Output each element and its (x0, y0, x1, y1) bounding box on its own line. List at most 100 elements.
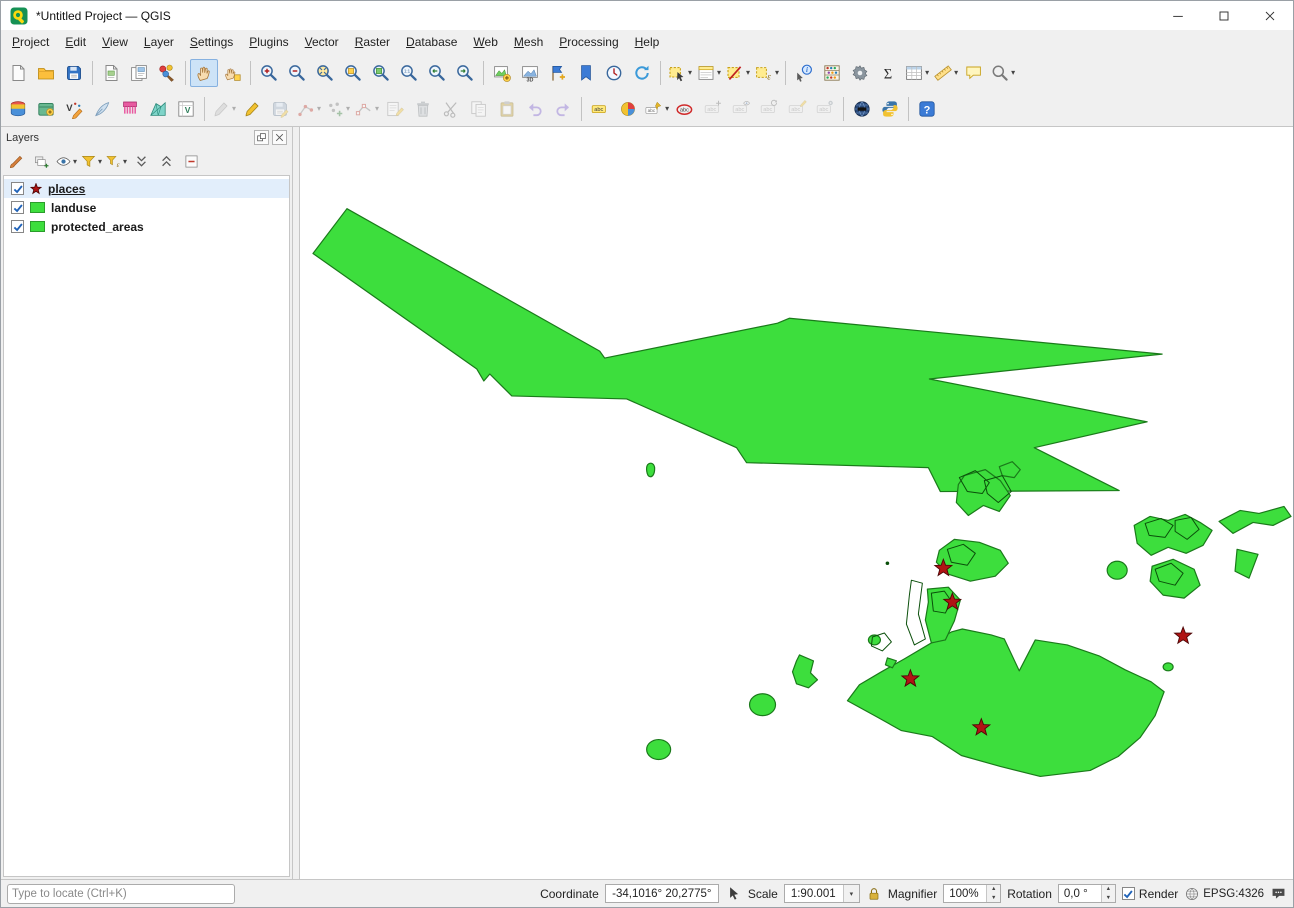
spin-up-icon[interactable]: ▲ (987, 885, 1000, 894)
new-shapefile-layer-button[interactable]: V (60, 95, 88, 123)
dropdown-arrow-icon[interactable]: ▾ (346, 104, 350, 113)
menu-view[interactable]: View (94, 32, 136, 52)
collapse-all-button[interactable] (154, 150, 178, 174)
attribute-table-button[interactable]: ▾ (902, 59, 931, 87)
dropdown-arrow-icon[interactable]: ▾ (925, 68, 929, 77)
dropdown-arrow-icon[interactable]: ▾ (73, 157, 77, 166)
locator-box[interactable] (7, 884, 235, 904)
dropdown-arrow-icon[interactable]: ▾ (375, 104, 379, 113)
new-virtual-layer-button[interactable]: V (172, 95, 200, 123)
new-mesh-layer-button[interactable] (144, 95, 172, 123)
dropdown-arrow-icon[interactable]: ▾ (1011, 68, 1015, 77)
locator-input[interactable] (12, 888, 230, 900)
magnifier-spinbox[interactable]: 100% ▲▼ (943, 884, 1001, 903)
measure-button[interactable]: ▾ (931, 59, 960, 87)
new-print-layout-button[interactable] (97, 59, 125, 87)
dropdown-arrow-icon[interactable]: ▾ (746, 68, 750, 77)
rotation-spinbox[interactable]: 0,0 ° ▲▼ (1058, 884, 1116, 903)
dropdown-arrow-icon[interactable]: ▾ (317, 104, 321, 113)
menu-database[interactable]: Database (398, 32, 465, 52)
dropdown-arrow-icon[interactable]: ▾ (665, 104, 669, 113)
pan-map-to-selection-button[interactable] (218, 59, 246, 87)
new-map-view-button[interactable] (488, 59, 516, 87)
save-project-button[interactable] (60, 59, 88, 87)
dropdown-arrow-icon[interactable]: ▾ (717, 68, 721, 77)
open-data-source-manager-button[interactable] (4, 95, 32, 123)
new-project-button[interactable] (4, 59, 32, 87)
metasearch-button[interactable] (848, 95, 876, 123)
menu-help[interactable]: Help (627, 32, 668, 52)
select-features-button[interactable]: ▾ (665, 59, 694, 87)
scale-dropdown-button[interactable]: ▾ (843, 885, 859, 902)
log-messages-icon[interactable] (1270, 885, 1287, 902)
minimize-button[interactable] (1155, 1, 1201, 30)
maximize-button[interactable] (1201, 1, 1247, 30)
menu-settings[interactable]: Settings (182, 32, 241, 52)
identify-features-button[interactable]: i (790, 59, 818, 87)
menu-plugins[interactable]: Plugins (241, 32, 296, 52)
remove-layer-group-button[interactable] (179, 150, 203, 174)
mouse-position-icon[interactable] (725, 885, 742, 902)
python-console-button[interactable] (876, 95, 904, 123)
select-features-by-value-button[interactable]: ▾ (694, 59, 723, 87)
close-button[interactable] (1247, 1, 1293, 30)
show-spatial-bookmarks-button[interactable] (572, 59, 600, 87)
render-checkbox[interactable] (1122, 887, 1135, 900)
menu-vector[interactable]: Vector (297, 32, 347, 52)
expand-all-button[interactable] (129, 150, 153, 174)
refresh-button[interactable] (628, 59, 656, 87)
layer-item-landuse[interactable]: landuse (4, 198, 289, 217)
rotation-spin-arrows[interactable]: ▲▼ (1101, 885, 1115, 902)
temporal-controller-button[interactable] (600, 59, 628, 87)
layer-visibility-checkbox[interactable] (11, 182, 24, 195)
dropdown-arrow-icon[interactable]: ▾ (232, 104, 236, 113)
map-tips-button[interactable] (960, 59, 988, 87)
zoom-full-button[interactable] (311, 59, 339, 87)
zoom-last-button[interactable] (423, 59, 451, 87)
add-group-button[interactable] (29, 150, 53, 174)
menu-edit[interactable]: Edit (57, 32, 94, 52)
pin-unpin-labels-button[interactable]: abc▾ (642, 95, 671, 123)
coordinate-field[interactable]: -34,1016° 20,2775° (605, 884, 719, 903)
layer-visibility-checkbox[interactable] (11, 220, 24, 233)
filter-legend-by-expression-button[interactable]: ε▾ (104, 150, 128, 174)
map-canvas[interactable] (300, 127, 1293, 879)
manage-map-themes-button[interactable]: ▾ (54, 150, 78, 174)
menu-raster[interactable]: Raster (347, 32, 398, 52)
style-manager-button[interactable] (153, 59, 181, 87)
menu-layer[interactable]: Layer (136, 32, 182, 52)
processing-toolbox-button[interactable] (846, 59, 874, 87)
menu-web[interactable]: Web (465, 32, 505, 52)
menu-processing[interactable]: Processing (551, 32, 626, 52)
statistical-summary-button[interactable]: Σ (874, 59, 902, 87)
scale-lock-icon[interactable] (866, 886, 882, 902)
dropdown-arrow-icon[interactable]: ▾ (98, 157, 102, 166)
scale-combo[interactable]: 1:90.001 ▾ (784, 884, 860, 903)
highlight-pinned-labels-button[interactable]: abc (671, 95, 699, 123)
filter-legend-button[interactable]: ▾ (79, 150, 103, 174)
dropdown-arrow-icon[interactable]: ▾ (954, 68, 958, 77)
layer-item-protected_areas[interactable]: protected_areas (4, 217, 289, 236)
zoom-out-button[interactable] (283, 59, 311, 87)
locator-search-button[interactable]: ▾ (988, 59, 1017, 87)
help-button[interactable]: ? (913, 95, 941, 123)
menu-mesh[interactable]: Mesh (506, 32, 551, 52)
dropdown-arrow-icon[interactable]: ▾ (688, 68, 692, 77)
zoom-to-selection-button[interactable] (339, 59, 367, 87)
new-spatialite-layer-button[interactable] (88, 95, 116, 123)
magnifier-spin-arrows[interactable]: ▲▼ (986, 885, 1000, 902)
show-layout-manager-button[interactable] (125, 59, 153, 87)
spin-down-icon[interactable]: ▼ (987, 894, 1000, 903)
zoom-to-native-resolution-button[interactable]: 1:1 (395, 59, 423, 87)
crs-status-button[interactable]: EPSG:4326 (1184, 886, 1264, 902)
pan-map-button[interactable] (190, 59, 218, 87)
open-layer-styling-panel-button[interactable] (4, 150, 28, 174)
panel-splitter[interactable] (293, 127, 300, 879)
close-panel-button[interactable] (272, 130, 287, 145)
layer-diagram-options-button[interactable] (614, 95, 642, 123)
menu-project[interactable]: Project (4, 32, 57, 52)
layer-visibility-checkbox[interactable] (11, 201, 24, 214)
dropdown-arrow-icon[interactable]: ▾ (775, 68, 779, 77)
select-by-expression-button[interactable]: ε▾ (752, 59, 781, 87)
spin-up-icon[interactable]: ▲ (1102, 885, 1115, 894)
